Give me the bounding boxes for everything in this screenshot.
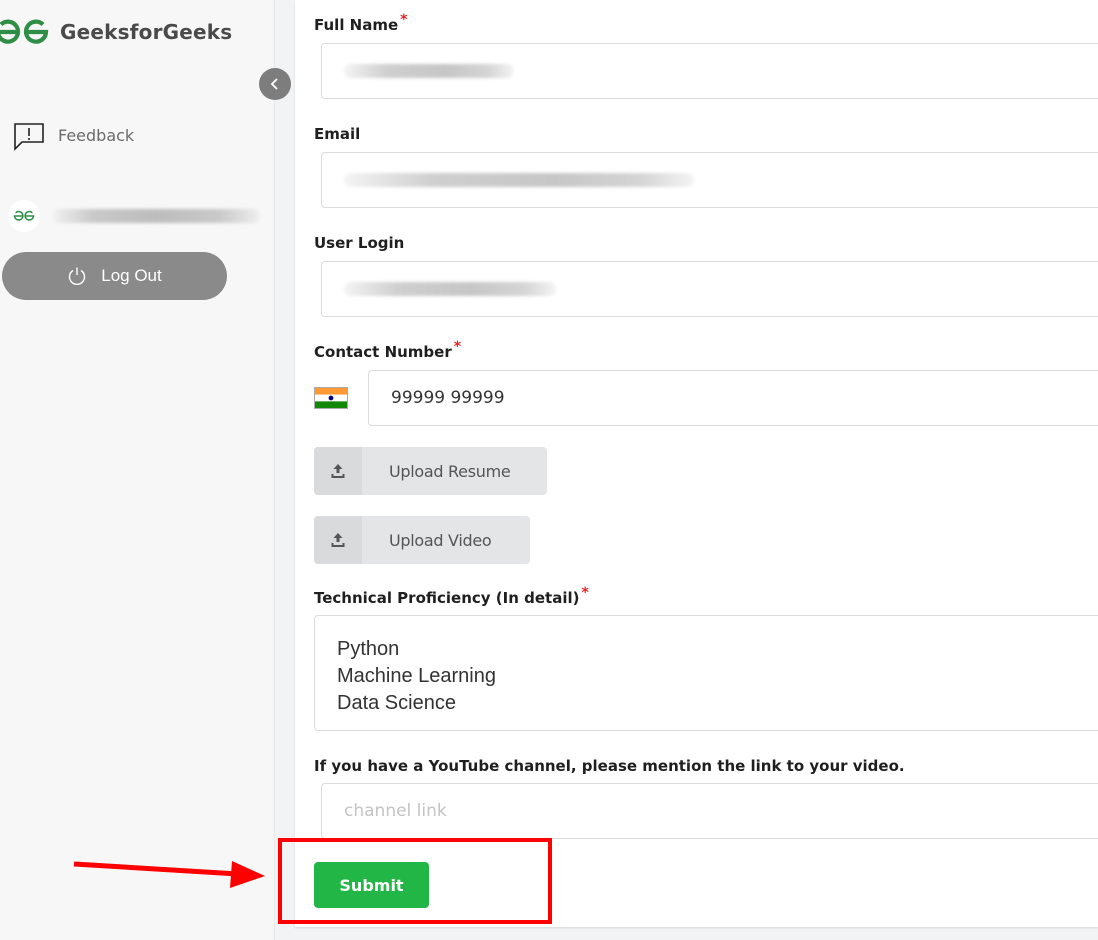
upload-resume-button[interactable]: Upload Resume	[314, 447, 547, 495]
user-profile[interactable]	[8, 200, 260, 232]
logout-label: Log Out	[101, 266, 162, 285]
user-login-label: User Login	[314, 234, 405, 252]
technical-proficiency-textarea[interactable]: Python Machine Learning Data Science	[314, 615, 1098, 731]
user-login-value-redacted	[344, 282, 556, 296]
upload-video-icon-box	[314, 516, 362, 564]
annotation-highlight-box	[278, 838, 552, 924]
avatar	[8, 200, 40, 232]
email-input[interactable]	[321, 152, 1098, 208]
collapse-sidebar-button[interactable]	[259, 68, 291, 100]
power-icon	[69, 267, 86, 285]
feedback-label: Feedback	[58, 125, 135, 145]
user-login-input[interactable]	[321, 261, 1098, 317]
required-marker: *	[400, 12, 408, 28]
full-name-label: Full Name *	[314, 12, 408, 34]
feedback-icon	[14, 123, 44, 151]
annotation-arrow-icon	[73, 861, 265, 888]
full-name-label-text: Full Name	[314, 16, 399, 34]
technical-proficiency-label-text: Technical Proficiency (In detail)	[314, 589, 580, 607]
full-name-input[interactable]	[321, 43, 1098, 99]
sidebar: GeeksforGeeks Feedback Log Out	[0, 0, 275, 940]
chevron-left-icon	[270, 78, 278, 90]
upload-video-button[interactable]: Upload Video	[314, 516, 530, 564]
gfg-avatar-icon	[13, 210, 35, 221]
email-value-redacted	[344, 173, 694, 187]
user-name-redacted	[52, 209, 260, 223]
sidebar-item-feedback[interactable]: Feedback	[12, 118, 134, 152]
brand-logo[interactable]: GeeksforGeeks	[0, 18, 232, 46]
full-name-value-redacted	[344, 64, 514, 78]
contact-number-label-text: Contact Number	[314, 343, 452, 361]
technical-proficiency-label: Technical Proficiency (In detail) *	[314, 585, 589, 607]
email-label: Email	[314, 125, 361, 143]
youtube-channel-input[interactable]: channel link	[321, 783, 1098, 839]
required-marker: *	[581, 585, 589, 601]
contact-number-input[interactable]: 99999 99999	[368, 370, 1098, 426]
upload-resume-icon-box	[314, 447, 362, 495]
upload-video-label: Upload Video	[389, 530, 492, 550]
brand-name: GeeksforGeeks	[60, 20, 233, 44]
india-flag-icon[interactable]	[314, 387, 348, 409]
upload-icon	[331, 464, 345, 478]
youtube-label: If you have a YouTube channel, please me…	[314, 757, 905, 775]
logout-button[interactable]: Log Out	[2, 252, 227, 300]
gfg-logo-icon	[0, 19, 49, 44]
application-form: Full Name * Email User Login Contact Numb…	[295, 0, 1098, 927]
upload-resume-label: Upload Resume	[389, 461, 511, 481]
contact-number-label: Contact Number *	[314, 339, 461, 361]
required-marker: *	[453, 339, 462, 355]
upload-icon	[331, 533, 345, 547]
